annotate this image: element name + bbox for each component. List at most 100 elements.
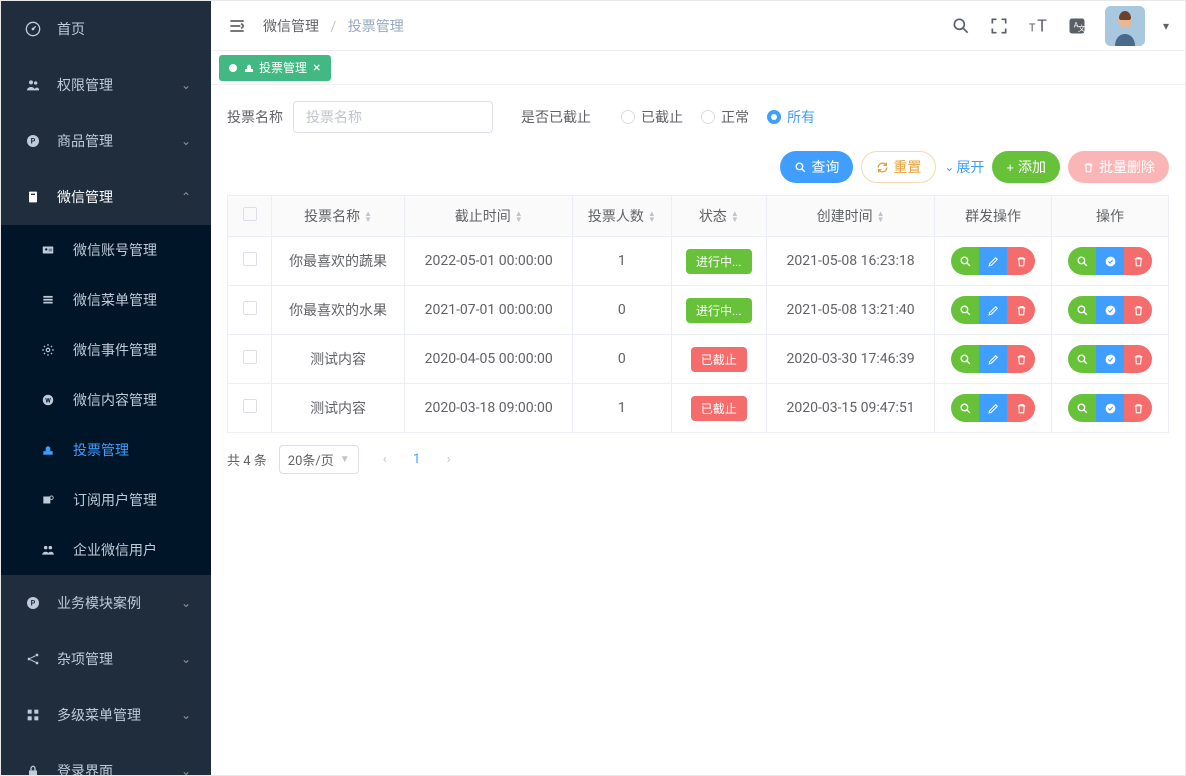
view-button[interactable] xyxy=(951,247,979,275)
sort-icon: ▲▼ xyxy=(515,211,523,223)
name-input[interactable] xyxy=(293,101,493,133)
chevron-down-icon: ⌄ xyxy=(944,160,954,174)
delete-button[interactable] xyxy=(1124,247,1152,275)
search-form: 投票名称 是否已截止 已截止 正常 所有 xyxy=(227,101,1169,133)
cell-name: 你最喜欢的水果 xyxy=(272,286,405,335)
dropdown-icon[interactable]: ▾ xyxy=(1163,19,1169,33)
search-icon[interactable] xyxy=(951,16,971,36)
col-count[interactable]: 投票人数▲▼ xyxy=(573,196,671,237)
query-button[interactable]: 查询 xyxy=(780,151,853,183)
submenu-menu[interactable]: 微信菜单管理 xyxy=(1,275,211,325)
submenu-corp[interactable]: 企业微信用户 xyxy=(1,525,211,575)
page-1[interactable]: 1 xyxy=(403,446,431,474)
cell-count: 0 xyxy=(573,286,671,335)
avatar[interactable] xyxy=(1105,6,1145,46)
font-size-icon[interactable]: TT xyxy=(1027,15,1049,37)
view-button[interactable] xyxy=(1068,296,1096,324)
users-icon xyxy=(21,77,45,93)
menu-permission[interactable]: 权限管理 ⌄ xyxy=(1,57,211,113)
translate-icon[interactable]: A文 xyxy=(1067,16,1087,36)
breadcrumb-parent[interactable]: 微信管理 xyxy=(263,19,319,35)
delete-button[interactable] xyxy=(1007,394,1035,422)
edit-button[interactable] xyxy=(979,296,1007,324)
check-button[interactable] xyxy=(1096,296,1124,324)
radio-normal[interactable]: 正常 xyxy=(701,107,749,127)
submenu-content[interactable]: W 微信内容管理 xyxy=(1,375,211,425)
delete-button[interactable] xyxy=(1124,394,1152,422)
vote-icon xyxy=(41,443,65,457)
col-status[interactable]: 状态▲▼ xyxy=(671,196,767,237)
table-row: 测试内容 2020-04-05 00:00:00 0 已截止 2020-03-3… xyxy=(228,335,1169,384)
delete-button[interactable] xyxy=(1007,247,1035,275)
vote-table: 投票名称▲▼ 截止时间▲▼ 投票人数▲▼ 状态▲▼ 创建时间▲▼ 群发操作 操作… xyxy=(227,195,1169,433)
fullscreen-icon[interactable] xyxy=(989,16,1009,36)
header-actions: TT A文 ▾ xyxy=(951,6,1169,46)
view-button[interactable] xyxy=(951,296,979,324)
pager: ‹ 1 › xyxy=(371,446,463,474)
tab-vote[interactable]: 投票管理 × xyxy=(219,55,331,81)
reset-button[interactable]: 重置 xyxy=(861,151,936,183)
delete-button[interactable] xyxy=(1007,345,1035,373)
edit-button[interactable] xyxy=(979,394,1007,422)
row-actions xyxy=(1068,247,1152,275)
col-create[interactable]: 创建时间▲▼ xyxy=(767,196,935,237)
row-checkbox[interactable] xyxy=(243,350,257,364)
edit-button[interactable] xyxy=(979,247,1007,275)
view-button[interactable] xyxy=(951,345,979,373)
grid-icon xyxy=(21,707,45,723)
row-checkbox[interactable] xyxy=(243,301,257,315)
select-all-checkbox[interactable] xyxy=(243,207,257,221)
col-op: 操作 xyxy=(1052,196,1169,237)
menu-misc[interactable]: 杂项管理 ⌄ xyxy=(1,631,211,687)
edit-button[interactable] xyxy=(979,345,1007,373)
cell-op xyxy=(1052,335,1169,384)
cell-name: 你最喜欢的蔬果 xyxy=(272,237,405,286)
submenu-account[interactable]: 微信账号管理 xyxy=(1,225,211,275)
batch-delete-button[interactable]: 批量删除 xyxy=(1068,151,1169,183)
check-button[interactable] xyxy=(1096,394,1124,422)
menu-biz[interactable]: P 业务模块案例 ⌄ xyxy=(1,575,211,631)
expand-link[interactable]: ⌄展开 xyxy=(944,157,984,177)
prev-page[interactable]: ‹ xyxy=(371,446,399,474)
cell-name: 测试内容 xyxy=(272,335,405,384)
page-size-select[interactable]: 20条/页▼ xyxy=(279,445,359,474)
view-button[interactable] xyxy=(951,394,979,422)
submenu-event[interactable]: 微信事件管理 xyxy=(1,325,211,375)
check-button[interactable] xyxy=(1096,345,1124,373)
submenu-label: 微信菜单管理 xyxy=(73,290,157,310)
check-button[interactable] xyxy=(1096,247,1124,275)
close-icon[interactable]: × xyxy=(313,60,320,76)
view-button[interactable] xyxy=(1068,345,1096,373)
share-icon xyxy=(21,651,45,667)
main-area: 微信管理 / 投票管理 TT A文 ▾ 投票管理 × xyxy=(211,1,1185,775)
radio-closed[interactable]: 已截止 xyxy=(621,107,683,127)
view-button[interactable] xyxy=(1068,247,1096,275)
row-checkbox[interactable] xyxy=(243,252,257,266)
col-deadline[interactable]: 截止时间▲▼ xyxy=(405,196,573,237)
total-text: 共 4 条 xyxy=(227,450,267,469)
view-button[interactable] xyxy=(1068,394,1096,422)
group-actions xyxy=(951,345,1035,373)
menu-login[interactable]: 登录界面 ⌄ xyxy=(1,743,211,775)
radio-all[interactable]: 所有 xyxy=(767,107,815,127)
submenu-wechat: 微信账号管理 微信菜单管理 微信事件管理 W 微信内容管理 投票管理 订阅用户管… xyxy=(1,225,211,575)
next-page[interactable]: › xyxy=(435,446,463,474)
tab-active-dot xyxy=(229,64,237,72)
menu-home[interactable]: 首页 xyxy=(1,1,211,57)
delete-button[interactable] xyxy=(1124,296,1152,324)
menu-label: 登录界面 xyxy=(57,761,113,775)
submenu-subscribe[interactable]: 订阅用户管理 xyxy=(1,475,211,525)
add-button[interactable]: +添加 xyxy=(992,151,1060,183)
submenu-vote[interactable]: 投票管理 xyxy=(1,425,211,475)
delete-button[interactable] xyxy=(1007,296,1035,324)
delete-button[interactable] xyxy=(1124,345,1152,373)
menu-wechat[interactable]: 微信管理 ⌃ xyxy=(1,169,211,225)
menu-label: 业务模块案例 xyxy=(57,593,141,613)
cell-deadline: 2021-07-01 00:00:00 xyxy=(405,286,573,335)
row-checkbox[interactable] xyxy=(243,399,257,413)
hamburger-icon[interactable] xyxy=(227,16,247,36)
menu-product[interactable]: P 商品管理 ⌄ xyxy=(1,113,211,169)
col-name[interactable]: 投票名称▲▼ xyxy=(272,196,405,237)
cell-op xyxy=(1052,237,1169,286)
menu-multi[interactable]: 多级菜单管理 ⌄ xyxy=(1,687,211,743)
